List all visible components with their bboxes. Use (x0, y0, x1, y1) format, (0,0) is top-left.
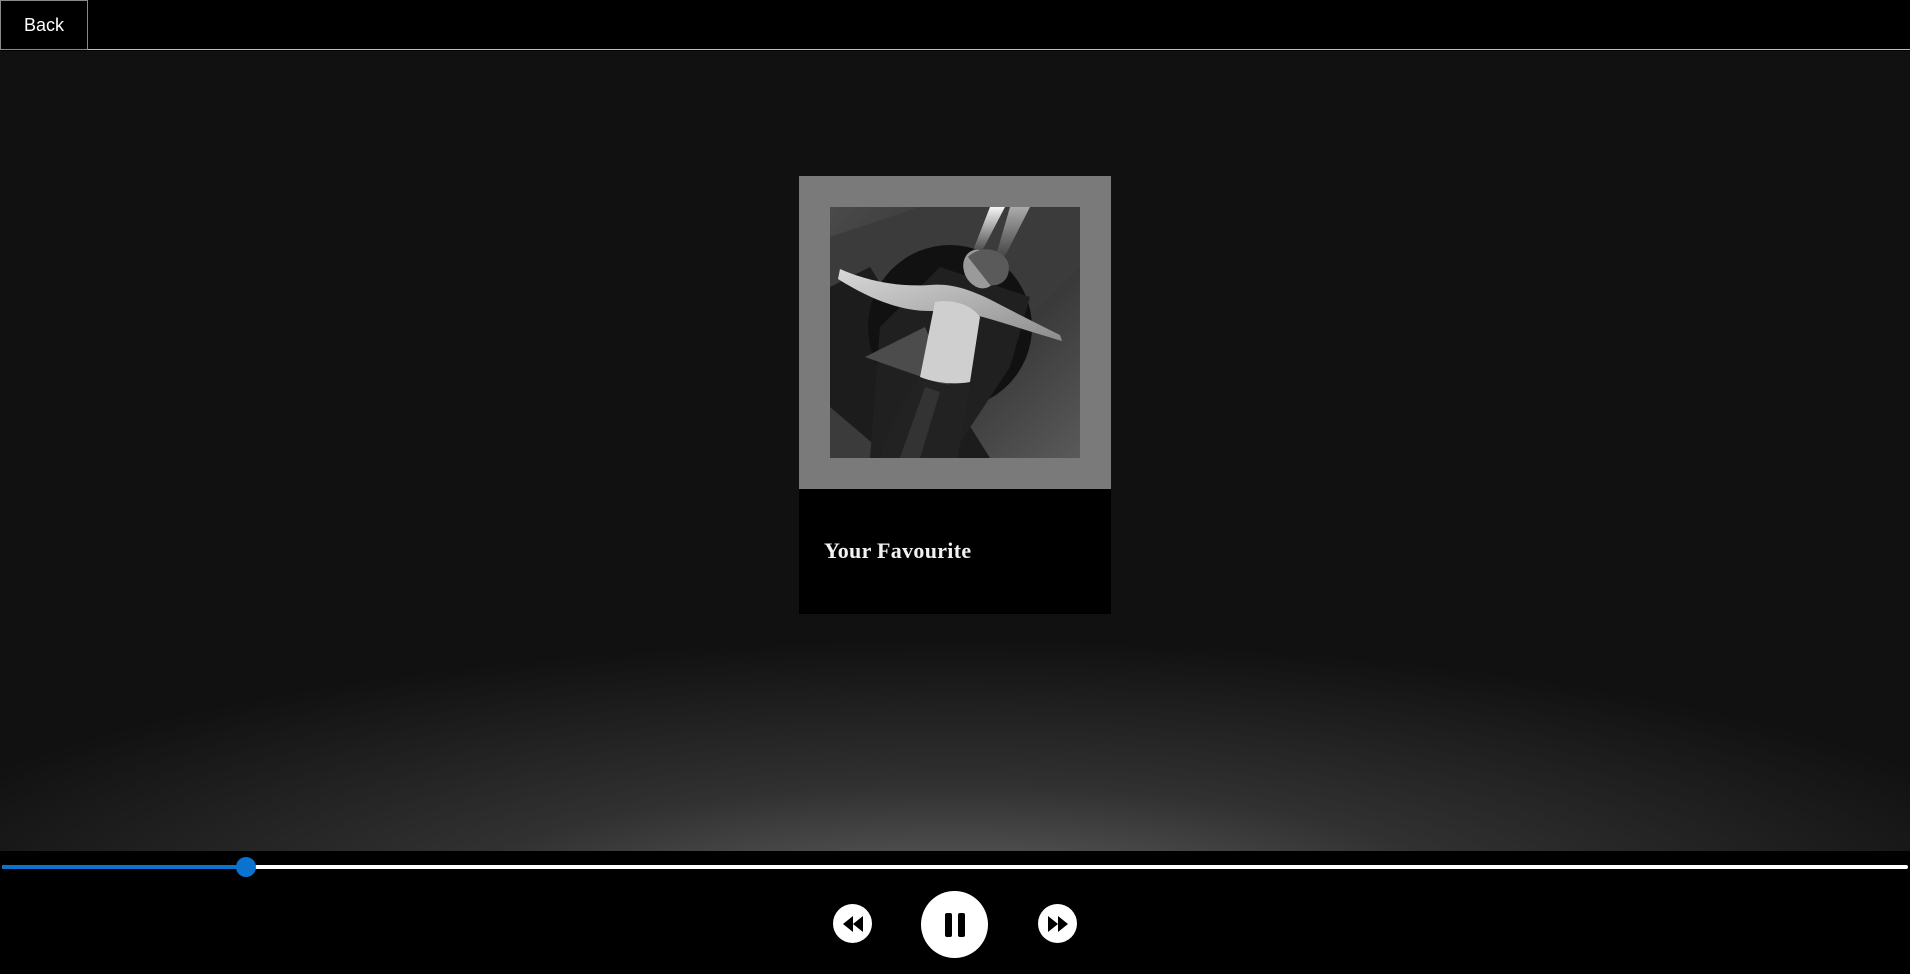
seek-progress (2, 865, 246, 869)
pause-button[interactable] (921, 891, 988, 958)
fast-forward-icon (1047, 915, 1068, 932)
player-bar (0, 851, 1910, 974)
album-art-frame (799, 176, 1111, 489)
rewind-icon (842, 915, 863, 932)
pause-icon (944, 912, 965, 937)
track-card[interactable]: Your Favourite (799, 176, 1111, 614)
rewind-button[interactable] (833, 904, 872, 943)
main-stage: Your Favourite (0, 51, 1910, 851)
album-art (830, 207, 1080, 458)
back-button[interactable]: Back (0, 0, 88, 50)
seek-bar[interactable] (2, 857, 1908, 877)
track-title: Your Favourite (824, 538, 972, 563)
album-art-image (830, 207, 1080, 458)
top-bar: Back (0, 0, 1910, 50)
seek-thumb[interactable] (235, 857, 256, 877)
fast-forward-button[interactable] (1038, 904, 1077, 943)
